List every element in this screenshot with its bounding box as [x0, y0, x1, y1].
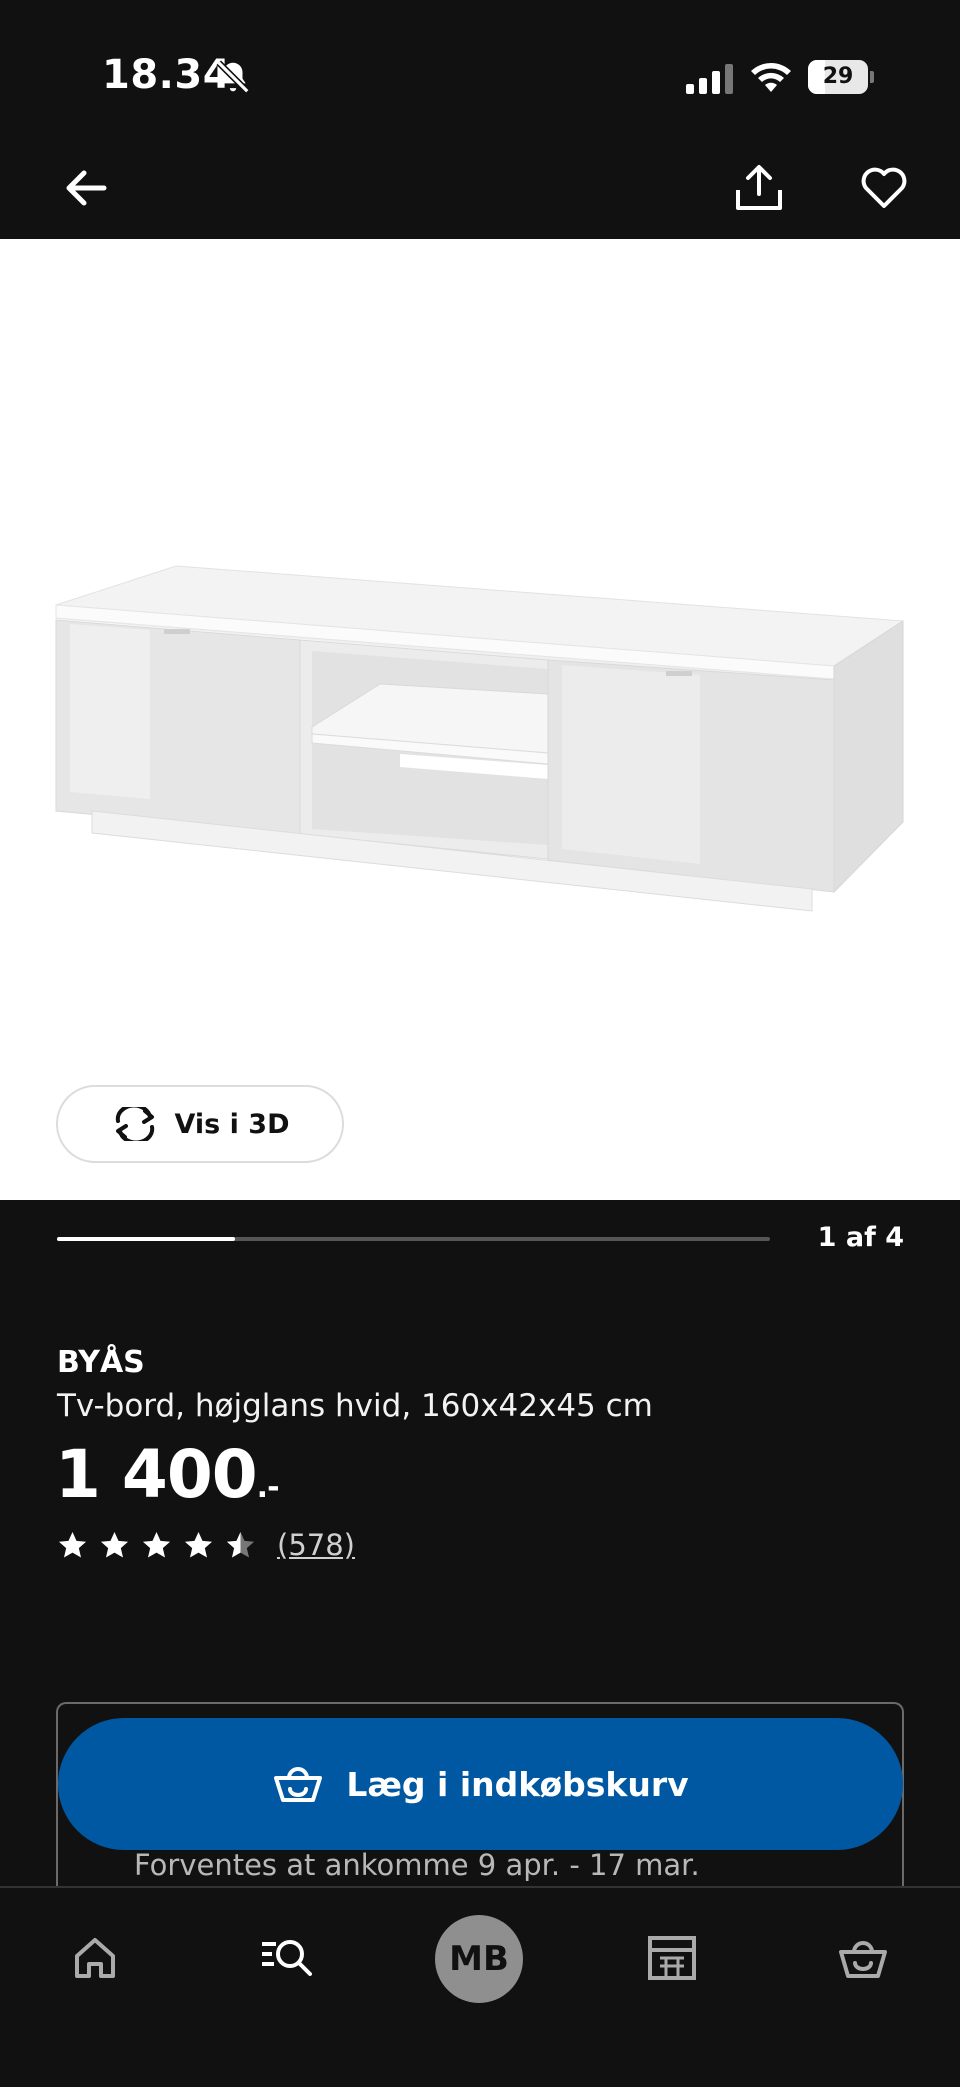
gallery-pager-text: 1 af 4 [817, 1222, 904, 1253]
star-icon [184, 1531, 213, 1558]
bottom-nav: MB [0, 1886, 960, 2087]
add-to-cart-button[interactable]: Læg i indkøbskurv [58, 1718, 903, 1850]
review-count-link[interactable]: (578) [277, 1528, 355, 1562]
status-time: 18.34 [102, 52, 232, 98]
nav-search[interactable] [246, 1918, 326, 1998]
nav-cart[interactable] [823, 1918, 903, 1998]
product-name: BYÅS [57, 1345, 145, 1380]
rating[interactable]: (578) [57, 1528, 355, 1562]
share-icon[interactable] [732, 160, 786, 216]
nav-stores[interactable] [632, 1918, 712, 1998]
product-image-area[interactable]: Vis i 3D [0, 239, 960, 1200]
star-half-icon [226, 1531, 255, 1558]
price-suffix: .- [256, 1470, 280, 1505]
star-icon [100, 1531, 129, 1558]
nav-profile[interactable]: MB [430, 1910, 528, 2008]
search-icon [262, 1940, 312, 1976]
battery-icon: 29 [808, 60, 874, 94]
add-to-cart-label: Læg i indkøbskurv [346, 1764, 689, 1804]
product-page: 18.34 29 Vis i 3D 1 af 4 BYÅS Tv-bord, h… [0, 0, 960, 2087]
basket-icon [274, 1767, 323, 1802]
arrow-left-icon[interactable] [58, 160, 114, 216]
gallery-progress-fill [57, 1237, 236, 1241]
rotate-3d-icon [116, 1107, 155, 1141]
nav-home[interactable] [55, 1918, 135, 1998]
bell-muted-icon [216, 60, 250, 94]
store-icon [648, 1936, 696, 1980]
basket-icon [839, 1941, 887, 1978]
star-icon [142, 1531, 171, 1558]
home-icon [75, 1938, 115, 1978]
view-3d-button[interactable]: Vis i 3D [56, 1085, 344, 1163]
tv-bench-image [55, 565, 905, 912]
price-value: 1 400 [55, 1436, 258, 1513]
star-icon [58, 1531, 87, 1558]
status-bar: 18.34 29 [0, 0, 960, 150]
avatar: MB [435, 1915, 523, 2003]
gallery-progress [57, 1237, 770, 1241]
product-price: 1 400.- [55, 1436, 280, 1513]
signal-icon [686, 64, 733, 94]
delivery-estimate: Forventes at ankomme 9 apr. - 17 mar. [134, 1848, 700, 1882]
wifi-icon [751, 63, 791, 92]
view-3d-label: Vis i 3D [174, 1108, 290, 1140]
battery-text: 29 [822, 64, 854, 89]
product-description: Tv-bord, højglans hvid, 160x42x45 cm [57, 1388, 653, 1424]
heart-icon[interactable] [858, 160, 910, 216]
